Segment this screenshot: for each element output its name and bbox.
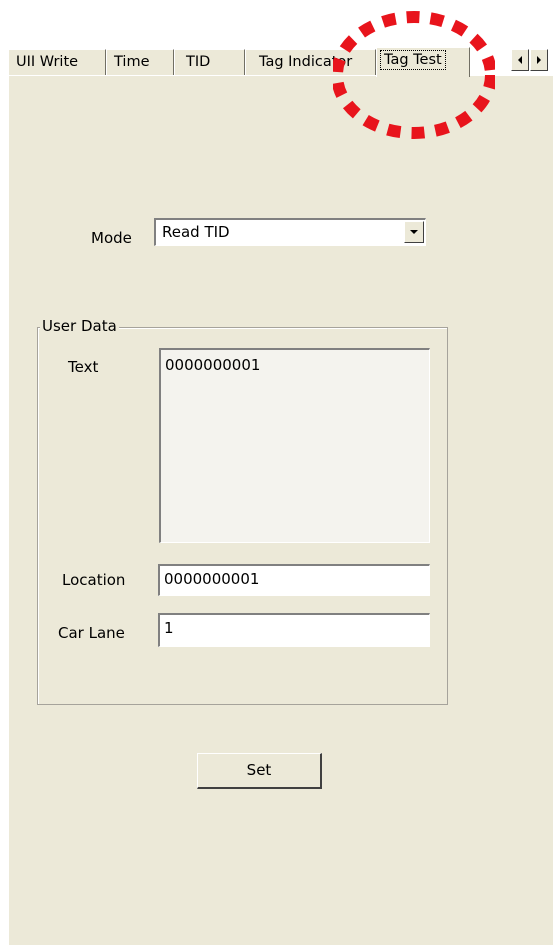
mode-label: Mode [91,229,132,247]
mode-select[interactable]: Read TID [154,218,426,246]
location-field[interactable]: 0000000001 [158,564,430,596]
car-lane-label: Car Lane [58,624,125,642]
location-label: Location [62,571,126,589]
tab-scroll-right-button[interactable] [530,49,548,71]
text-textarea[interactable]: 0000000001 [159,348,430,543]
user-data-group-title: User Data [40,317,119,335]
set-button[interactable]: Set [197,753,322,789]
text-label: Text [68,358,99,376]
tab-uii-write[interactable]: UII Write [8,49,106,75]
mode-select-value: Read TID [162,223,230,241]
tab-scroll-left-button[interactable] [511,49,529,71]
dotted-circle-annotation [333,11,495,139]
mode-dropdown-button[interactable] [404,221,424,243]
tab-time-label: Time [114,54,150,70]
tab-uii-write-label: UII Write [16,54,79,70]
chevron-down-icon [410,230,418,234]
tab-time[interactable]: Time [106,49,174,75]
tab-tid[interactable]: TID [174,49,245,75]
triangle-left-icon [518,56,522,64]
tab-tid-label: TID [186,54,211,70]
car-lane-field[interactable]: 1 [158,613,430,647]
triangle-right-icon [537,56,541,64]
